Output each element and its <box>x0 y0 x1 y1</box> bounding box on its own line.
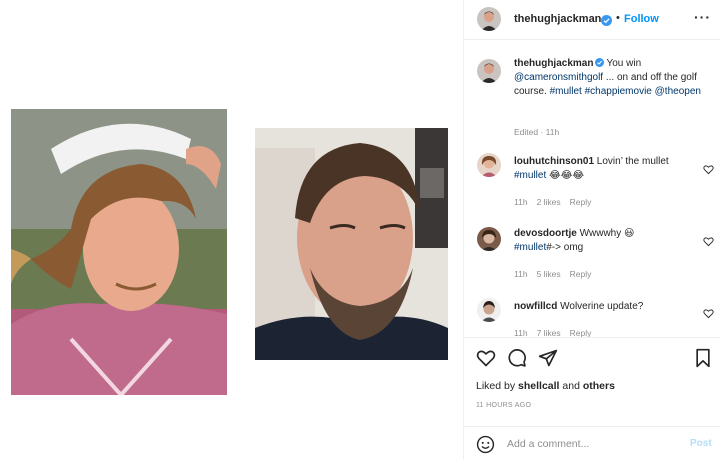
caption-avatar[interactable] <box>477 59 501 83</box>
comment-username[interactable]: devosdoortje <box>514 228 577 239</box>
comment-bubble-icon[interactable] <box>507 348 527 368</box>
comment-avatar[interactable] <box>477 227 501 251</box>
post-timestamp[interactable]: 11 HOURS AGO <box>476 402 531 409</box>
comment-body-2: #-> omg <box>546 242 584 253</box>
avatar[interactable] <box>477 7 501 31</box>
post-media[interactable] <box>0 0 463 459</box>
comment-body: Wwwwhy 😃 <box>579 228 635 239</box>
comment-avatar[interactable] <box>477 298 501 322</box>
more-options-icon[interactable]: ··· <box>694 9 711 25</box>
comment-text: louhutchinson01 Lovin’ the mullet #mulle… <box>514 155 699 183</box>
verified-badge-icon <box>601 13 612 26</box>
liked-and: and <box>562 380 580 392</box>
comment-body: Wolverine update? <box>560 301 644 312</box>
mention-link-2[interactable]: @theopen <box>655 86 701 97</box>
comment-meta: 11h 5 likes Reply <box>514 269 591 279</box>
comment-likes[interactable]: 2 likes <box>537 197 561 207</box>
comment-text: devosdoortje Wwwwhy 😃 #mullet#-> omg <box>514 227 699 255</box>
liked-by-user[interactable]: shellcall <box>518 380 559 392</box>
instagram-post: thehughjackman • Follow ··· thehughjackm… <box>0 0 720 459</box>
caption-intro: You win <box>606 58 642 69</box>
comment-time: 11h <box>514 328 528 337</box>
comment-meta: 11h 2 likes Reply <box>514 197 591 207</box>
comments-list[interactable]: thehughjackman You win @cameronsmithgolf … <box>464 41 720 337</box>
like-comment-heart-icon[interactable] <box>703 234 714 247</box>
comment-likes[interactable]: 7 likes <box>537 328 561 337</box>
post-sidebar: thehughjackman • Follow ··· thehughjackm… <box>463 0 720 459</box>
separator-dot: • <box>616 12 620 24</box>
emoji-icon[interactable] <box>476 435 495 454</box>
username-link[interactable]: thehughjackman <box>514 13 601 25</box>
reply-button[interactable]: Reply <box>570 197 592 207</box>
comment-emoji: 😂😂😂 <box>549 170 585 181</box>
reply-button[interactable]: Reply <box>570 328 592 337</box>
hashtag-links[interactable]: #mullet #chappiemovie <box>550 86 652 97</box>
caption-meta: Edited · 11h <box>514 127 560 137</box>
comment-body: Lovin’ the mullet <box>596 156 669 167</box>
selfie-photo <box>255 128 448 360</box>
comment-time: 11h <box>514 269 528 279</box>
comment-username[interactable]: louhutchinson01 <box>514 156 594 167</box>
caption-username[interactable]: thehughjackman <box>514 58 593 69</box>
add-comment-bar: Post <box>464 426 720 459</box>
verified-badge-icon <box>595 58 605 67</box>
comment-text: nowfillcd Wolverine update? <box>514 300 699 314</box>
save-bookmark-icon[interactable] <box>693 348 713 368</box>
post-actions: Liked by shellcall and others 11 HOURS A… <box>464 337 720 459</box>
caption-text: thehughjackman You win @cameronsmithgolf … <box>514 57 706 99</box>
like-comment-heart-icon[interactable] <box>703 306 714 319</box>
golfer-photo <box>11 109 227 395</box>
hashtag-link[interactable]: #mullet <box>514 242 546 253</box>
like-comment-heart-icon[interactable] <box>703 162 714 175</box>
comment-likes[interactable]: 5 likes <box>537 269 561 279</box>
comment-username[interactable]: nowfillcd <box>514 301 557 312</box>
liked-by-label: Liked by <box>476 380 516 392</box>
post-header: thehughjackman • Follow ··· <box>464 0 720 40</box>
post-comment-button[interactable]: Post <box>690 438 712 449</box>
likes-summary: Liked by shellcall and others <box>476 380 615 392</box>
hashtag-link[interactable]: #mullet <box>514 170 546 181</box>
reply-button[interactable]: Reply <box>570 269 592 279</box>
liked-others[interactable]: others <box>583 380 615 392</box>
share-send-icon[interactable] <box>538 348 558 368</box>
add-comment-input[interactable] <box>507 435 677 453</box>
mention-link[interactable]: @cameronsmithgolf <box>514 72 603 83</box>
comment-time: 11h <box>514 197 528 207</box>
follow-button[interactable]: Follow <box>624 13 659 25</box>
comment-meta: 11h 7 likes Reply <box>514 328 591 337</box>
like-heart-icon[interactable] <box>476 348 496 368</box>
comment-avatar[interactable] <box>477 153 501 177</box>
